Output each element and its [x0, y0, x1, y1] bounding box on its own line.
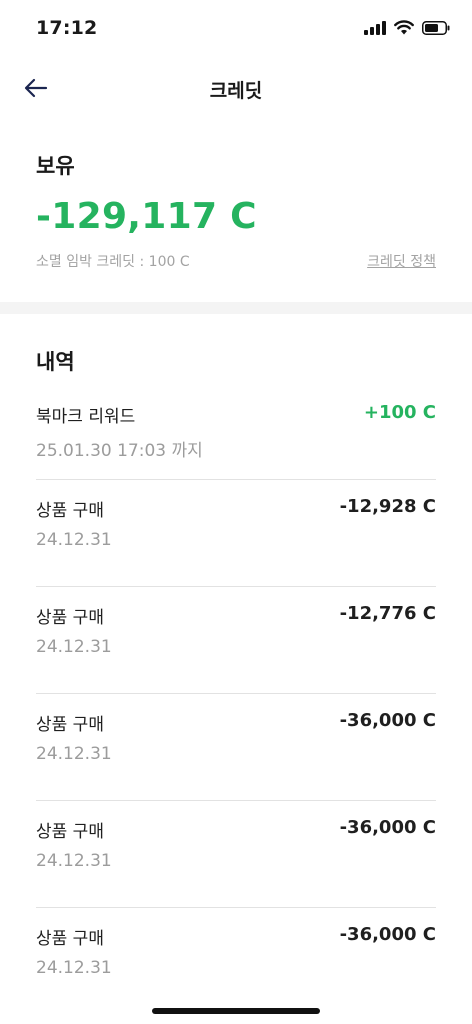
list-item: 상품 구매 24.12.31 -12,776 C [36, 587, 436, 694]
list-item: 북마크 리워드 25.01.30 17:03 까지 +100 C [36, 386, 436, 480]
item-amount: -12,776 C [339, 603, 436, 624]
section-divider [0, 302, 472, 314]
item-title: 상품 구매 [36, 822, 104, 842]
history-section: 내역 북마크 리워드 25.01.30 17:03 까지 +100 C 상품 구… [36, 346, 436, 1015]
item-date: 25.01.30 17:03 까지 [36, 441, 203, 461]
home-indicator[interactable] [152, 1008, 320, 1014]
list-item: 상품 구매 24.12.31 -36,000 C [36, 801, 436, 908]
credit-policy-link[interactable]: 크레딧 정책 [367, 251, 436, 271]
item-date: 24.12.31 [36, 744, 112, 764]
wifi-icon [394, 20, 414, 35]
balance-amount: -129,117 C [36, 196, 257, 237]
battery-icon [422, 20, 450, 35]
item-title: 상품 구매 [36, 501, 104, 521]
status-icons [364, 20, 450, 35]
balance-heading: 보유 [36, 154, 75, 178]
signal-icon [364, 20, 386, 35]
item-date: 24.12.31 [36, 637, 112, 657]
item-date: 24.12.31 [36, 530, 112, 550]
item-title: 상품 구매 [36, 929, 104, 949]
list-item: 상품 구매 24.12.31 -12,928 C [36, 480, 436, 587]
item-amount: -36,000 C [339, 710, 436, 731]
history-heading: 내역 [36, 350, 75, 374]
expiring-credit-text: 소멸 임박 크레딧 : 100 C [36, 254, 190, 270]
item-date: 24.12.31 [36, 958, 112, 978]
list-item: 상품 구매 24.12.31 -36,000 C [36, 908, 436, 1015]
item-amount: +100 C [363, 402, 436, 423]
balance-section: 보유 -129,117 C 소멸 임박 크레딧 : 100 C 크레딧 정책 [36, 150, 436, 271]
item-title: 상품 구매 [36, 608, 104, 628]
history-list: 북마크 리워드 25.01.30 17:03 까지 +100 C 상품 구매 2… [36, 386, 436, 1015]
balance-meta: 소멸 임박 크레딧 : 100 C 크레딧 정책 [36, 251, 436, 271]
item-amount: -12,928 C [339, 496, 436, 517]
item-title: 상품 구매 [36, 715, 104, 735]
item-title: 북마크 리워드 [36, 407, 136, 427]
list-item: 상품 구매 24.12.31 -36,000 C [36, 694, 436, 801]
page-title: 크레딧 [209, 80, 263, 102]
status-time: 17:12 [36, 17, 98, 39]
item-amount: -36,000 C [339, 817, 436, 838]
status-bar: 17:12 [0, 0, 472, 58]
item-date: 24.12.31 [36, 851, 112, 871]
item-amount: -36,000 C [339, 924, 436, 945]
nav-bar: 크레딧 [0, 60, 472, 120]
